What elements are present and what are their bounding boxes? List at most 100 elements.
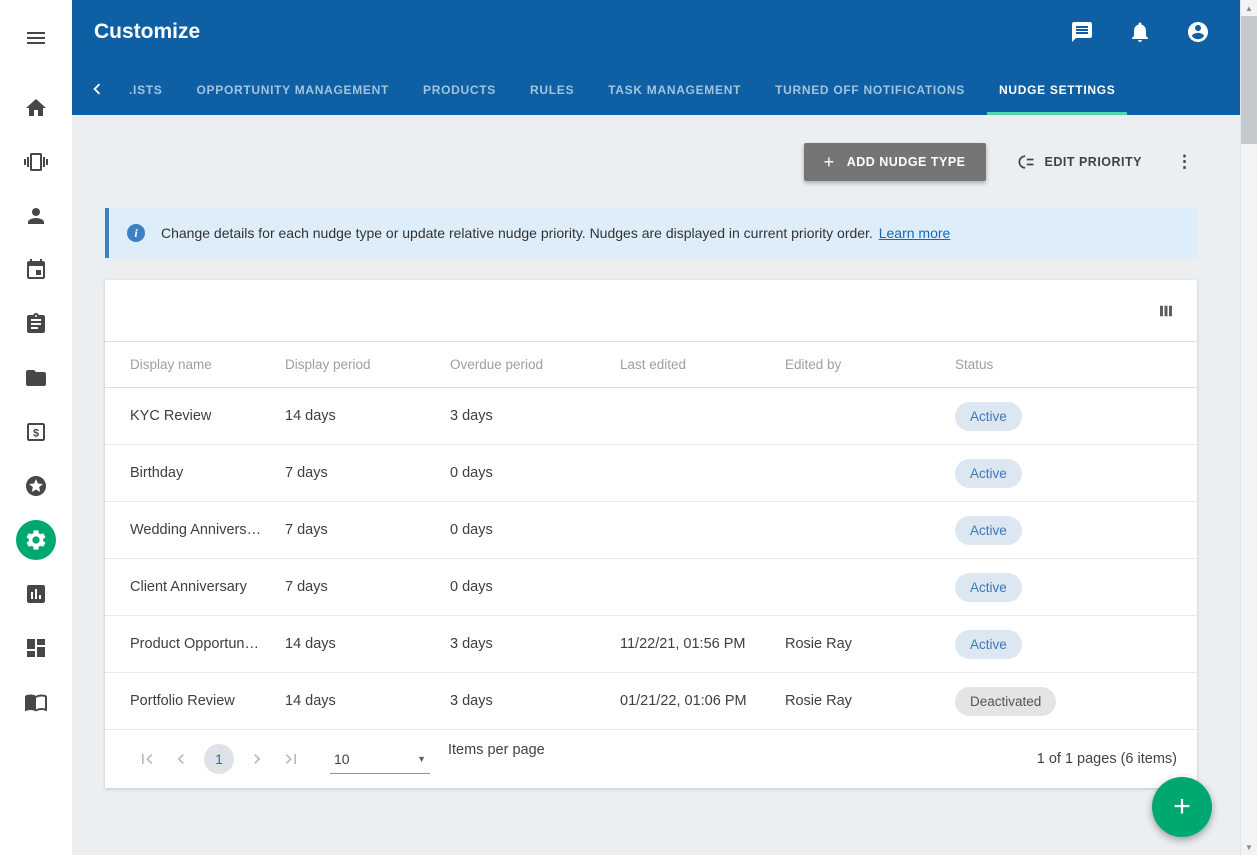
cell-display-name: Birthday: [130, 465, 285, 481]
plus-icon: +: [824, 156, 835, 168]
scroll-thumb[interactable]: [1241, 16, 1257, 144]
table-row[interactable]: Wedding Annivers… 7 days 0 days Active: [105, 502, 1197, 559]
column-header-status[interactable]: Status: [955, 357, 1177, 372]
tabs-scroll-back-button[interactable]: [82, 63, 112, 115]
tab-opportunity-management[interactable]: OPPORTUNITY MANAGEMENT: [185, 65, 402, 115]
bell-icon: [1128, 20, 1152, 44]
chat-button[interactable]: [1070, 20, 1094, 44]
sidebar-item-interactions[interactable]: [16, 142, 56, 182]
cell-display-name: Wedding Annivers…: [130, 522, 285, 538]
cell-last-edited: 01/21/22, 01:06 PM: [620, 693, 785, 709]
pagination-bar: 1 10 ▼ Items per page 1 of 1 pages (6 it…: [105, 730, 1197, 788]
chevron-left-icon: [171, 749, 191, 769]
gear-icon: [24, 528, 48, 552]
vertical-scrollbar[interactable]: ▲ ▼: [1240, 0, 1257, 855]
banner-text: Change details for each nudge type or up…: [161, 225, 950, 241]
add-nudge-type-button[interactable]: + ADD NUDGE TYPE: [804, 143, 986, 181]
book-icon: [24, 690, 48, 714]
dashboard-icon: [24, 636, 48, 660]
status-badge: Active: [955, 402, 1022, 431]
status-badge: Active: [955, 459, 1022, 488]
add-nudge-type-label: ADD NUDGE TYPE: [847, 155, 966, 169]
folder-icon: [24, 366, 48, 390]
notifications-button[interactable]: [1128, 20, 1152, 44]
previous-page-button[interactable]: [164, 749, 198, 769]
sidebar-item-calendar[interactable]: [16, 250, 56, 290]
edit-priority-button[interactable]: EDIT PRIORITY: [1016, 152, 1142, 172]
page-size-value: 10: [334, 751, 350, 767]
cell-display-name: KYC Review: [130, 408, 285, 424]
chevron-right-icon: [247, 749, 267, 769]
column-header-overdue-period[interactable]: Overdue period: [450, 357, 620, 372]
status-badge: Active: [955, 573, 1022, 602]
sidebar-item-knowledge[interactable]: [16, 682, 56, 722]
cell-display-period: 7 days: [285, 579, 450, 595]
tab-task-management[interactable]: TASK MANAGEMENT: [596, 65, 753, 115]
tab-lists[interactable]: .ISTS: [117, 65, 175, 115]
sidebar-item-reports[interactable]: [16, 574, 56, 614]
cell-overdue-period: 0 days: [450, 579, 620, 595]
edit-priority-label: EDIT PRIORITY: [1045, 155, 1142, 169]
table-row[interactable]: Portfolio Review 14 days 3 days 01/21/22…: [105, 673, 1197, 730]
table-row[interactable]: Product Opportun… 14 days 3 days 11/22/2…: [105, 616, 1197, 673]
cell-display-period: 14 days: [285, 408, 450, 424]
more-options-button[interactable]: ⋮: [1172, 152, 1197, 172]
cell-display-period: 14 days: [285, 693, 450, 709]
view-column-icon: [1157, 302, 1175, 320]
settings-tab-bar: .ISTS OPPORTUNITY MANAGEMENT PRODUCTS RU…: [72, 63, 1240, 115]
status-badge: Deactivated: [955, 687, 1056, 716]
person-icon: [24, 204, 48, 228]
bar-chart-icon: [24, 582, 48, 606]
learn-more-link[interactable]: Learn more: [879, 225, 951, 241]
table-row[interactable]: Birthday 7 days 0 days Active: [105, 445, 1197, 502]
table-row[interactable]: Client Anniversary 7 days 0 days Active: [105, 559, 1197, 616]
scroll-up-icon[interactable]: ▲: [1241, 0, 1257, 16]
sidebar-item-home[interactable]: [16, 88, 56, 128]
page-size-select[interactable]: 10 ▼: [330, 745, 430, 774]
column-header-display-name[interactable]: Display name: [130, 357, 285, 372]
column-header-display-period[interactable]: Display period: [285, 357, 450, 372]
account-icon: [1186, 20, 1210, 44]
tab-rules[interactable]: RULES: [518, 65, 586, 115]
sidebar-item-documents[interactable]: [16, 358, 56, 398]
column-header-edited-by[interactable]: Edited by: [785, 357, 955, 372]
last-page-button[interactable]: [274, 749, 308, 769]
next-page-button[interactable]: [240, 749, 274, 769]
menu-button[interactable]: [16, 18, 56, 58]
chat-icon: [1070, 20, 1094, 44]
cell-last-edited: 11/22/21, 01:56 PM: [620, 636, 785, 652]
sidebar-item-settings[interactable]: [16, 520, 56, 560]
tab-turned-off-notifications[interactable]: TURNED OFF NOTIFICATIONS: [763, 65, 977, 115]
chevron-down-icon: ▼: [417, 754, 426, 764]
main-area: Customize .ISTS OPPORTUNITY MANAGEMENT P…: [72, 0, 1240, 855]
cell-overdue-period: 3 days: [450, 408, 620, 424]
left-sidebar: $: [0, 0, 72, 855]
sidebar-item-favorites[interactable]: [16, 466, 56, 506]
cell-display-period: 14 days: [285, 636, 450, 652]
sidebar-item-billing[interactable]: $: [16, 412, 56, 452]
svg-text:$: $: [33, 428, 39, 440]
first-page-button[interactable]: [130, 749, 164, 769]
add-fab-button[interactable]: +: [1152, 777, 1212, 837]
hamburger-icon: [24, 26, 48, 50]
cell-overdue-period: 0 days: [450, 522, 620, 538]
account-button[interactable]: [1186, 20, 1210, 44]
table-row[interactable]: KYC Review 14 days 3 days Active: [105, 388, 1197, 445]
nudge-table-card: Display name Display period Overdue peri…: [105, 280, 1197, 788]
cell-display-name: Client Anniversary: [130, 579, 285, 595]
page-title: Customize: [94, 20, 1036, 44]
tab-nudge-settings[interactable]: NUDGE SETTINGS: [987, 65, 1127, 115]
current-page-button[interactable]: 1: [204, 744, 234, 774]
chevron-left-icon: [86, 78, 108, 100]
items-per-page-label: Items per page: [448, 742, 545, 758]
sidebar-item-dashboard[interactable]: [16, 628, 56, 668]
scroll-down-icon[interactable]: ▼: [1241, 839, 1257, 855]
column-chooser-button[interactable]: [1157, 302, 1175, 320]
priority-icon: [1016, 152, 1036, 172]
sidebar-item-tasks[interactable]: [16, 304, 56, 344]
sidebar-item-contacts[interactable]: [16, 196, 56, 236]
column-header-last-edited[interactable]: Last edited: [620, 357, 785, 372]
tab-products[interactable]: PRODUCTS: [411, 65, 508, 115]
last-page-icon: [281, 749, 301, 769]
cell-overdue-period: 3 days: [450, 636, 620, 652]
